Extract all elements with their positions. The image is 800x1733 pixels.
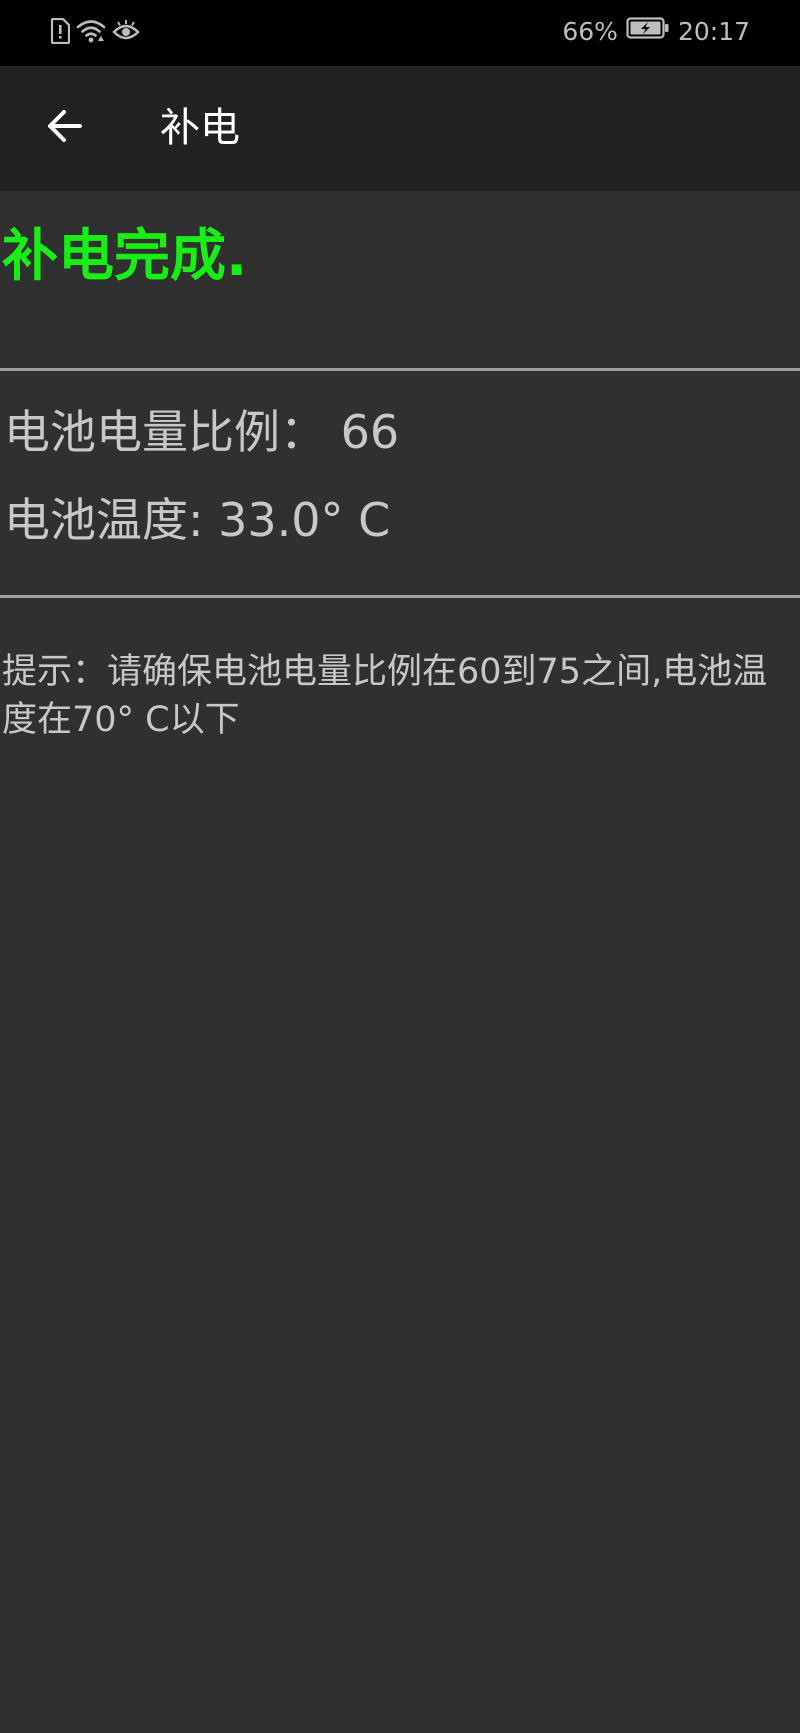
status-message: 补电完成. xyxy=(2,224,248,289)
sim-alert-icon xyxy=(50,18,70,44)
divider-bottom xyxy=(0,595,800,598)
battery-level-text: 电池电量比例： 66 xyxy=(4,405,400,459)
divider-top xyxy=(0,368,800,371)
battery-percent: 66% xyxy=(562,16,618,46)
wifi-icon xyxy=(76,18,106,44)
eye-icon xyxy=(112,19,140,43)
status-bar: 66% 20:17 xyxy=(0,0,800,66)
arrow-left-icon xyxy=(44,106,84,150)
screen: 66% 20:17 补电 补电完成. 电池电量比例： 66 电池温度: 33.0… xyxy=(0,0,800,1733)
status-info-right: 66% 20:17 xyxy=(562,16,750,46)
hint-text: 提示：请确保电池电量比例在60到75之间,电池温度在70° C以下 xyxy=(2,652,768,740)
battery-charging-icon xyxy=(626,16,670,46)
battery-temperature-text: 电池温度: 33.0° C xyxy=(4,493,391,547)
clock: 20:17 xyxy=(677,16,750,46)
back-button[interactable] xyxy=(32,96,96,160)
status-icons-left xyxy=(50,18,140,44)
page-title: 补电 xyxy=(160,105,240,151)
app-bar: 补电 xyxy=(0,66,800,191)
